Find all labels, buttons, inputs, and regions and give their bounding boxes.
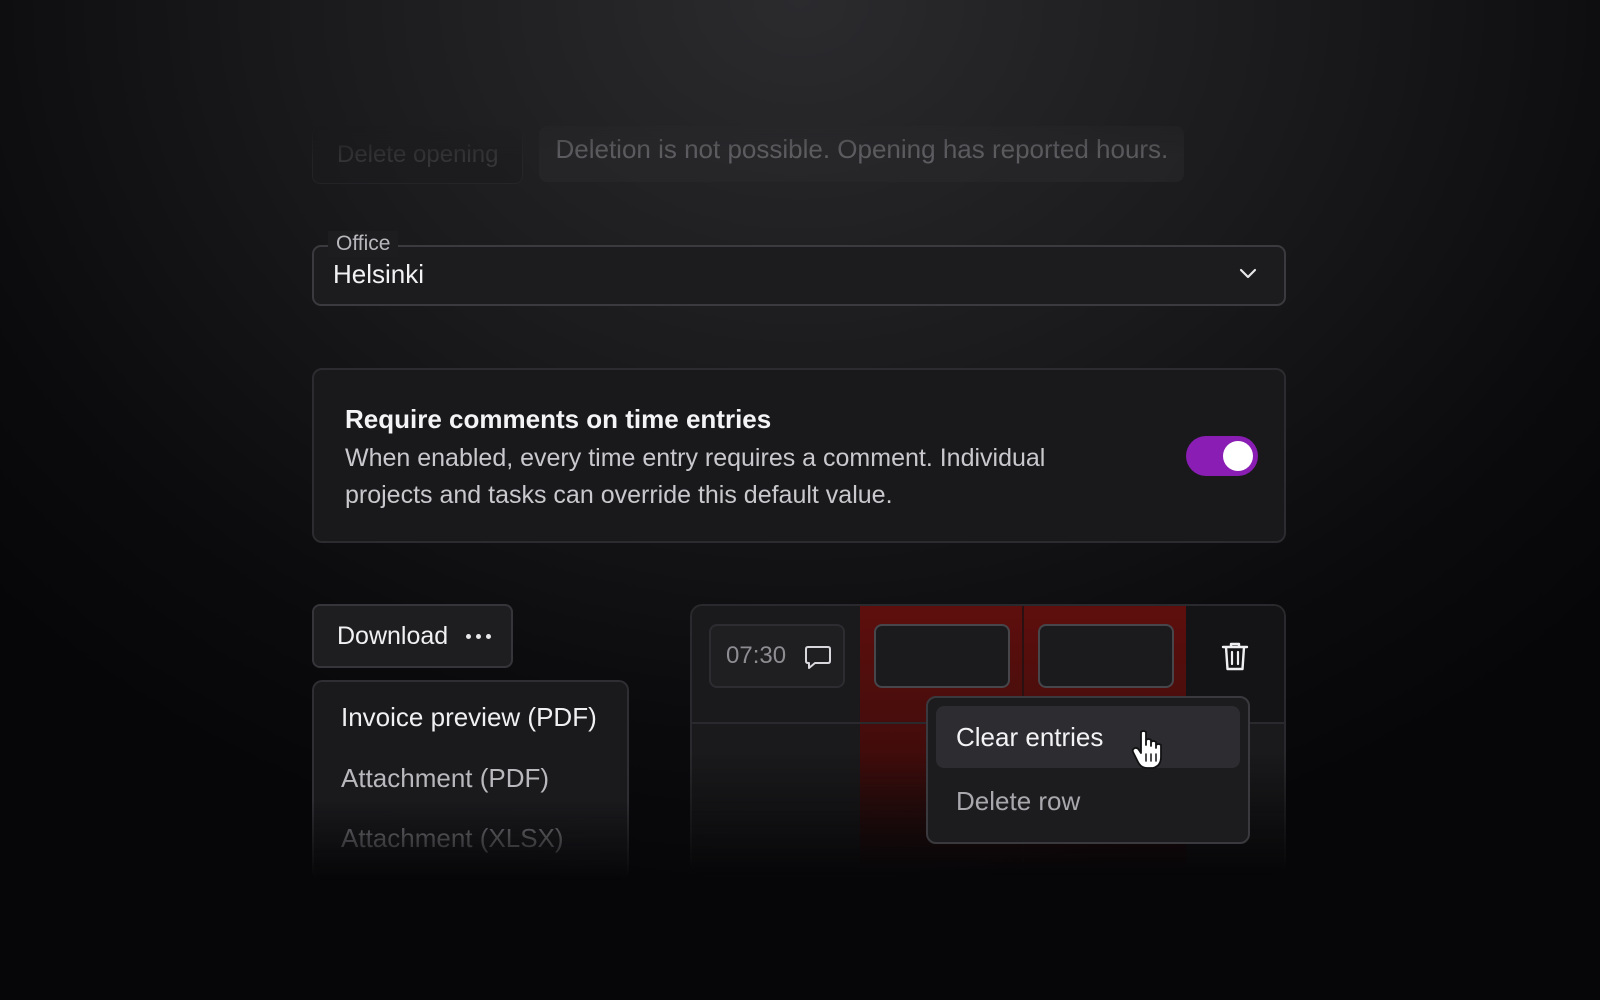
toggle-knob: [1223, 441, 1253, 471]
menu-item-invoice-preview-pdf[interactable]: Invoice preview (PDF): [341, 702, 597, 733]
download-menu: Invoice preview (PDF) Attachment (PDF) A…: [312, 680, 629, 880]
require-comments-card: Require comments on time entries When en…: [312, 368, 1286, 543]
comment-icon[interactable]: [803, 642, 833, 672]
download-label: Download: [337, 621, 449, 650]
trash-icon[interactable]: [1220, 640, 1250, 672]
setting-description: When enabled, every time entry requires …: [345, 444, 1046, 509]
download-button[interactable]: Download: [312, 604, 513, 668]
require-comments-toggle[interactable]: [1186, 436, 1258, 476]
menu-item-attachment-pdf[interactable]: Attachment (PDF): [341, 763, 549, 794]
menu-item-attachment-xlsx[interactable]: Attachment (XLSX): [341, 823, 564, 854]
setting-title: Require comments on time entries: [345, 404, 772, 434]
time-entry-input[interactable]: [874, 624, 1010, 688]
row-context-menu: Clear entries Delete row: [926, 696, 1250, 844]
office-value: Helsinki: [333, 259, 425, 289]
time-entry-cell[interactable]: 07:30: [709, 624, 845, 688]
more-dots-icon: [466, 633, 492, 639]
time-entry-value: 07:30: [726, 642, 787, 669]
menu-item-delete-row[interactable]: Delete row: [936, 770, 1240, 832]
office-select[interactable]: Office Helsinki: [312, 231, 1286, 306]
delete-opening-button[interactable]: Delete opening: [312, 126, 524, 184]
hand-pointer-icon: [1131, 730, 1162, 769]
time-entry-input[interactable]: [1038, 624, 1174, 688]
menu-item-clear-entries[interactable]: Clear entries: [936, 706, 1240, 768]
delete-disabled-tooltip: Deletion is not possible. Opening has re…: [539, 126, 1185, 182]
chevron-down-icon: [1239, 268, 1257, 279]
office-label: Office: [328, 231, 399, 257]
delete-opening-row: Delete opening Deletion is not possible.…: [312, 126, 1185, 184]
